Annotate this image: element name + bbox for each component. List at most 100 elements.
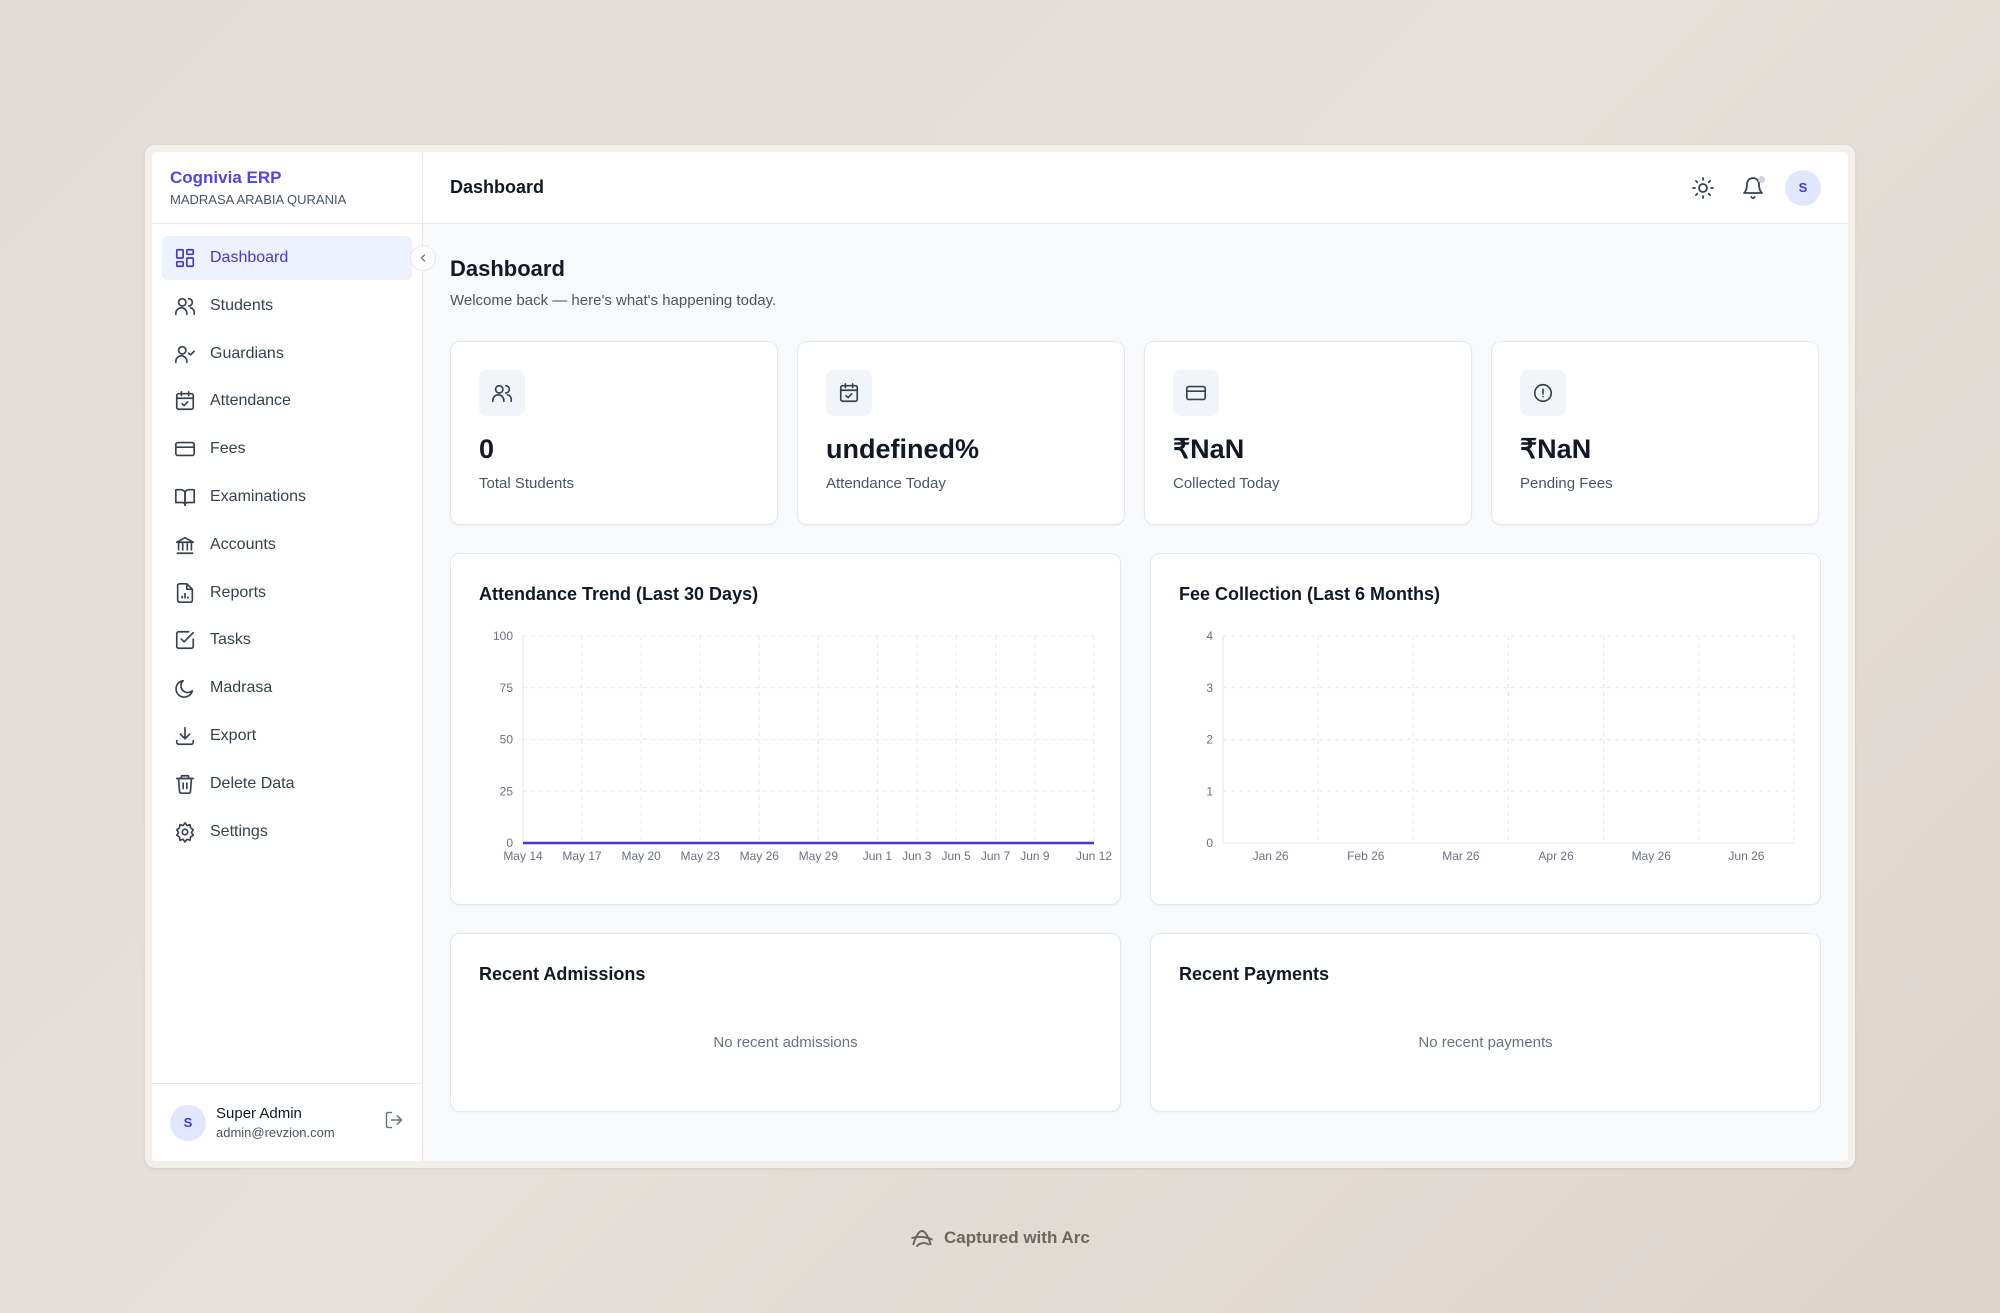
y-tick-label: 25 <box>500 784 514 798</box>
attendance-trend-card: Attendance Trend (Last 30 Days) 0 25 50 75 1… <box>450 553 1121 905</box>
y-tick-label: 1 <box>1206 784 1213 798</box>
sidebar-item-tasks[interactable]: Tasks <box>162 618 412 662</box>
x-tick-label: May 20 <box>621 849 661 863</box>
x-tick-label: May 29 <box>799 849 839 863</box>
y-tick-label: 75 <box>500 681 514 695</box>
user-name: Super Admin <box>216 1105 302 1122</box>
y-tick-label: 0 <box>1206 836 1213 850</box>
sidebar-item-students[interactable]: Students <box>162 284 412 328</box>
sidebar-item-delete-data[interactable]: Delete Data <box>162 762 412 806</box>
stat-label: Attendance Today <box>826 475 946 492</box>
x-tick-label: May 14 <box>503 849 543 863</box>
empty-state: No recent admissions <box>713 1034 858 1051</box>
gear-icon <box>174 821 196 843</box>
sidebar-item-label: Reports <box>210 583 267 601</box>
browser-window: Cognivia ERP MADRASA ARABIA QURANIA Dash… <box>145 145 1855 1168</box>
alert-circle-icon <box>1520 370 1566 416</box>
recent-payments-card: Recent Payments No recent payments <box>1150 933 1821 1112</box>
sidebar-item-label: Settings <box>210 822 268 840</box>
sun-icon <box>1692 176 1714 199</box>
collapse-sidebar-button[interactable] <box>410 245 436 271</box>
sidebar-item-label: Delete Data <box>210 774 295 792</box>
profile-menu-button[interactable]: S <box>1785 169 1821 206</box>
sidebar-item-fees[interactable]: Fees <box>162 427 412 471</box>
stat-value: ₹NaN <box>1520 434 1592 464</box>
stat-card-attendance-today: undefined% Attendance Today <box>797 341 1125 525</box>
user-email: admin@revzion.com <box>216 1125 335 1140</box>
stat-label: Pending Fees <box>1520 475 1613 492</box>
chart-row: Attendance Trend (Last 30 Days) 0 25 50 75 1… <box>450 553 1821 905</box>
sidebar-item-export[interactable]: Export <box>162 714 412 758</box>
stat-value: undefined% <box>826 434 979 464</box>
sidebar-item-label: Students <box>210 296 274 314</box>
brand-name: Cognivia ERP <box>170 168 282 187</box>
trash-icon <box>174 773 196 795</box>
file-chart-icon <box>174 582 196 604</box>
sidebar-item-attendance[interactable]: Attendance <box>162 379 412 423</box>
y-tick-label: 100 <box>493 629 513 643</box>
calendar-check-icon <box>826 370 872 416</box>
users-icon <box>174 295 196 317</box>
calendar-check-icon <box>174 390 196 412</box>
x-tick-label: Apr 26 <box>1538 849 1574 863</box>
user-info: Super Admin admin@revzion.com <box>216 1105 384 1140</box>
notifications-button[interactable] <box>1735 170 1771 206</box>
stat-label: Total Students <box>479 475 575 492</box>
square-check-icon <box>174 629 196 651</box>
sidebar-item-settings[interactable]: Settings <box>162 810 412 854</box>
y-tick-label: 50 <box>500 733 514 747</box>
sidebar-item-guardians[interactable]: Guardians <box>162 332 412 376</box>
theme-toggle-button[interactable] <box>1685 170 1721 206</box>
sidebar-item-accounts[interactable]: Accounts <box>162 523 412 567</box>
x-tick-label: Jan 26 <box>1253 849 1289 863</box>
page-subtitle: Welcome back — here's what's happening t… <box>450 292 777 309</box>
sidebar-item-label: Dashboard <box>210 249 289 266</box>
x-tick-label: Feb 26 <box>1347 849 1385 863</box>
brand-subtitle: MADRASA ARABIA QURANIA <box>170 192 347 207</box>
stat-label: Collected Today <box>1173 475 1280 492</box>
x-tick-label: Jun 3 <box>902 849 932 863</box>
credit-card-icon <box>174 438 196 460</box>
x-tick-label: May 26 <box>740 849 780 863</box>
sidebar-item-label: Madrasa <box>210 679 273 697</box>
sidebar-item-label: Guardians <box>210 344 284 362</box>
stat-card-pending-fees: ₹NaN Pending Fees <box>1491 341 1819 525</box>
moon-icon <box>174 677 196 699</box>
stat-value: ₹NaN <box>1173 434 1245 464</box>
sidebar-item-label: Export <box>210 726 257 744</box>
stat-card-collected-today: ₹NaN Collected Today <box>1144 341 1472 525</box>
bank-icon <box>174 534 196 556</box>
brand: Cognivia ERP MADRASA ARABIA QURANIA <box>152 152 422 224</box>
recent-row: Recent Admissions No recent admissions R… <box>450 933 1821 1112</box>
main-area: Dashboard S Dashboard Welcome back — her… <box>423 152 1848 1161</box>
app-shell: Cognivia ERP MADRASA ARABIA QURANIA Dash… <box>152 152 1848 1161</box>
sidebar-item-label: Attendance <box>210 392 291 410</box>
capture-text: Captured with Arc <box>944 1228 1090 1247</box>
arc-capture-badge: Captured with Arc <box>908 1224 1090 1252</box>
x-tick-label: Jun 12 <box>1076 849 1112 863</box>
recent-admissions-card: Recent Admissions No recent admissions <box>450 933 1121 1112</box>
card-title: Recent Admissions <box>479 964 646 984</box>
x-tick-label: May 17 <box>562 849 602 863</box>
attendance-trend-chart: 0 25 50 75 100 May 14 May 17 May 20 May 23 May 26… <box>493 629 1112 863</box>
user-check-icon <box>174 343 196 365</box>
y-tick-label: 4 <box>1206 629 1213 643</box>
page-title: Dashboard <box>450 256 565 281</box>
arc-logo-icon <box>911 1230 933 1248</box>
sidebar-item-examinations[interactable]: Examinations <box>162 475 412 519</box>
sidebar-item-reports[interactable]: Reports <box>162 571 412 615</box>
stat-card-total-students: 0 Total Students <box>450 341 778 525</box>
x-tick-label: Mar 26 <box>1442 849 1480 863</box>
sidebar-item-dashboard[interactable]: Dashboard <box>162 236 412 280</box>
avatar[interactable]: S <box>170 1104 206 1141</box>
logout-icon[interactable] <box>384 1110 404 1135</box>
notification-dot <box>1758 175 1765 183</box>
dashboard-content: Dashboard Welcome back — here's what's h… <box>423 224 1848 1144</box>
sidebar-nav: Dashboard Students Guardians Attendance … <box>152 224 422 1083</box>
y-tick-label: 2 <box>1206 733 1213 747</box>
x-tick-label: Jun 5 <box>941 849 971 863</box>
stat-cards: 0 Total Students undefined% Attendance T… <box>450 341 1821 525</box>
avatar: S <box>1785 169 1821 206</box>
y-tick-label: 0 <box>506 836 513 850</box>
sidebar-item-madrasa[interactable]: Madrasa <box>162 666 412 710</box>
